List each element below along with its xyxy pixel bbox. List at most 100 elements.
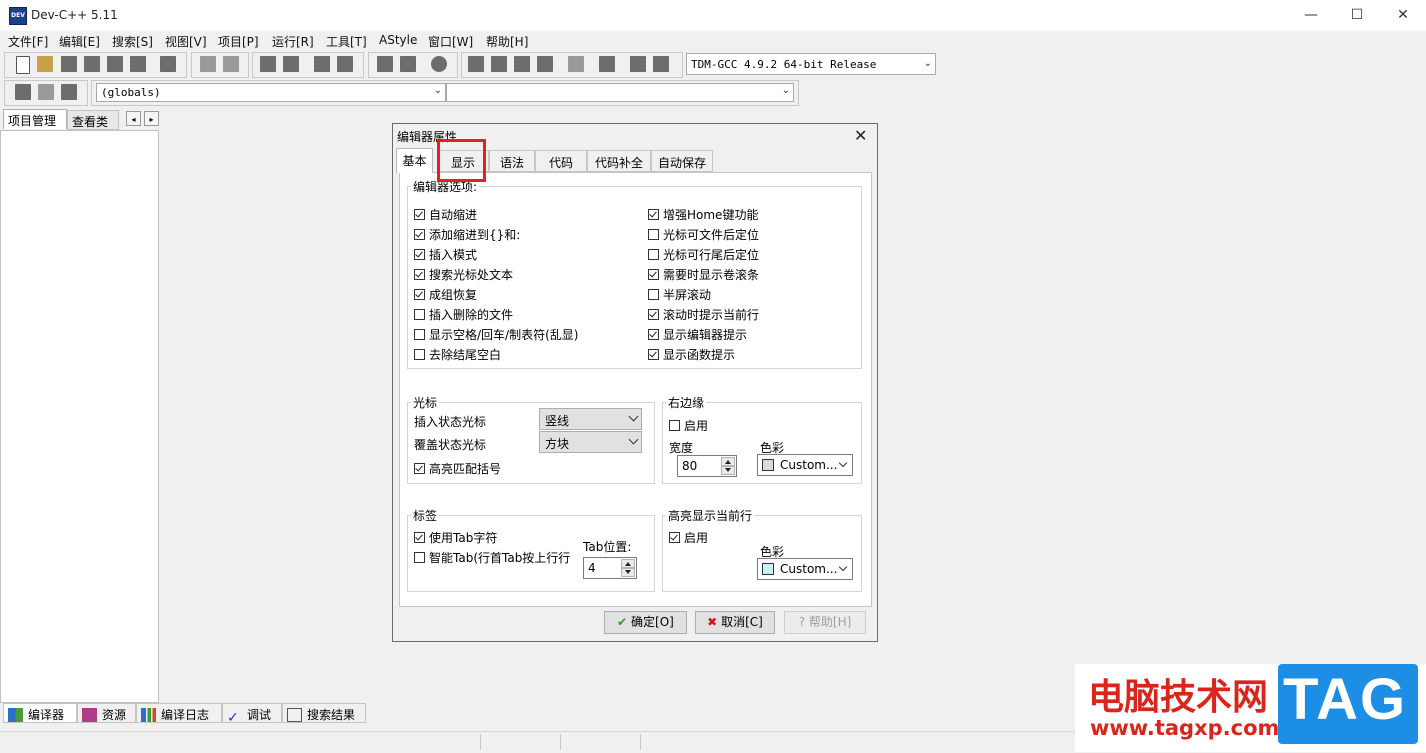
menu-project[interactable]: 项目[P] (218, 33, 259, 50)
tab-syntax[interactable]: 语法 (489, 150, 535, 172)
overwrite-caret-select[interactable]: 方块 (539, 431, 642, 453)
open-file-icon[interactable] (37, 56, 53, 72)
menu-run[interactable]: 运行[R] (272, 33, 314, 50)
option-group-undo[interactable]: 成组恢复 (414, 285, 578, 303)
run-icon[interactable] (491, 56, 507, 72)
compile-run-icon[interactable] (514, 56, 530, 72)
debug-icon[interactable] (630, 56, 646, 72)
menu-window[interactable]: 窗口[W] (428, 33, 473, 50)
checkbox[interactable] (414, 531, 425, 543)
option-insert-dropped-files[interactable]: 插入删除的文件 (414, 305, 578, 323)
tab-project-manager[interactable]: 项目管理 (3, 109, 67, 129)
minimize-button[interactable]: — (1288, 0, 1334, 31)
maximize-button[interactable]: ☐ (1334, 0, 1380, 31)
compile-icon[interactable] (468, 56, 484, 72)
find-icon[interactable] (260, 56, 276, 72)
menu-search[interactable]: 搜索[S] (112, 33, 153, 50)
option-insert-mode[interactable]: 插入模式 (414, 245, 578, 263)
option-scroll-hint[interactable]: 滚动时提示当前行 (648, 305, 759, 323)
menu-help[interactable]: 帮助[H] (486, 33, 528, 50)
checkbox[interactable] (669, 531, 680, 543)
checkbox[interactable] (414, 308, 425, 320)
tab-scroll-left-icon[interactable]: ◂ (126, 111, 141, 126)
goto-bookmark-icon[interactable] (61, 84, 77, 100)
highlight-line-color-select[interactable]: Custom... (757, 558, 853, 580)
undo-icon[interactable] (200, 56, 216, 72)
print-icon[interactable] (160, 56, 176, 72)
checkbox[interactable] (414, 348, 425, 360)
option-highlight-matching-braces[interactable]: 高亮匹配括号 (414, 459, 501, 477)
globals-select[interactable]: (globals) ⌄ (96, 83, 446, 102)
checkbox[interactable] (648, 268, 659, 280)
spin-down-icon[interactable] (621, 568, 635, 577)
close-icon[interactable]: ✕ (854, 126, 867, 145)
checkbox[interactable] (669, 419, 680, 431)
toggle-comment-icon[interactable] (431, 56, 447, 72)
option-function-hints[interactable]: 显示函数提示 (648, 345, 759, 363)
unindent-icon[interactable] (377, 56, 393, 72)
option-editor-hints[interactable]: 显示编辑器提示 (648, 325, 759, 343)
menu-astyle[interactable]: AStyle (379, 33, 417, 47)
tab-search-results[interactable]: 搜索结果 (282, 703, 366, 723)
checkbox[interactable] (414, 328, 425, 340)
checkbox[interactable] (648, 228, 659, 240)
option-show-special-chars[interactable]: 显示空格/回车/制表符(乱显) (414, 325, 578, 343)
checkbox[interactable] (414, 228, 425, 240)
cancel-button[interactable]: ✖ 取消[C] (695, 611, 775, 634)
indent-icon[interactable] (400, 56, 416, 72)
checkbox[interactable] (414, 288, 425, 300)
checkbox[interactable] (648, 248, 659, 260)
checkbox[interactable] (648, 208, 659, 220)
rebuild-icon[interactable] (537, 56, 553, 72)
insert-caret-select[interactable]: 竖线 (539, 408, 642, 430)
checkbox[interactable] (648, 328, 659, 340)
checkbox[interactable] (414, 268, 425, 280)
stop-icon[interactable] (599, 56, 615, 72)
tab-scroll-right-icon[interactable]: ▸ (144, 111, 159, 126)
checkbox[interactable] (648, 308, 659, 320)
syntax-check-icon[interactable] (568, 56, 584, 72)
save-all-icon[interactable] (84, 56, 100, 72)
goto-line-icon[interactable] (314, 56, 330, 72)
spin-up-icon[interactable] (721, 457, 735, 466)
symbol-select[interactable]: ⌄ (446, 83, 794, 102)
option-search-cursor-text[interactable]: 搜索光标处文本 (414, 265, 578, 283)
redo-icon[interactable] (223, 56, 239, 72)
profile-icon[interactable] (653, 56, 669, 72)
menu-view[interactable]: 视图[V] (165, 33, 207, 50)
spin-up-icon[interactable] (621, 559, 635, 568)
save-icon[interactable] (61, 56, 77, 72)
insert-class-icon[interactable] (15, 84, 31, 100)
right-margin-width-stepper[interactable]: 80 (677, 455, 737, 477)
option-half-page-scroll[interactable]: 半屏滚动 (648, 285, 759, 303)
tab-code[interactable]: 代码 (535, 150, 587, 172)
tab-compile-log[interactable]: 编译日志 (136, 703, 222, 723)
option-enhance-home-key[interactable]: 增强Home键功能 (648, 205, 759, 223)
option-right-margin-enable[interactable]: 启用 (669, 416, 708, 434)
spin-down-icon[interactable] (721, 466, 735, 475)
new-file-icon[interactable] (16, 56, 30, 74)
goto-function-icon[interactable] (337, 56, 353, 72)
option-smart-tabs[interactable]: 智能Tab(行首Tab按上行行 (414, 548, 570, 566)
tab-autosave[interactable]: 自动保存 (651, 150, 713, 172)
menu-tools[interactable]: 工具[T] (326, 33, 367, 50)
project-panel[interactable] (0, 130, 159, 703)
tab-size-stepper[interactable]: 4 (583, 557, 637, 579)
right-margin-color-select[interactable]: Custom... (757, 454, 853, 476)
checkbox[interactable] (414, 248, 425, 260)
checkbox[interactable] (414, 208, 425, 220)
ok-button[interactable]: ✔ 确定[O] (604, 611, 687, 634)
checkbox[interactable] (648, 348, 659, 360)
close-file-icon[interactable] (107, 56, 123, 72)
checkbox[interactable] (414, 462, 425, 474)
option-cursor-past-eof[interactable]: 光标可文件后定位 (648, 225, 759, 243)
tab-debug[interactable]: ✓ 调试 (222, 703, 282, 725)
option-show-scrollbars[interactable]: 需要时显示卷滚条 (648, 265, 759, 283)
checkbox[interactable] (648, 288, 659, 300)
menu-edit[interactable]: 编辑[E] (59, 33, 100, 50)
menu-file[interactable]: 文件[F] (8, 33, 48, 50)
close-all-icon[interactable] (130, 56, 146, 72)
option-add-indent[interactable]: 添加缩进到{}和: (414, 225, 578, 243)
compiler-select[interactable]: TDM-GCC 4.9.2 64-bit Release ⌄ (686, 53, 936, 75)
help-button[interactable]: ? 帮助[H] (784, 611, 866, 634)
